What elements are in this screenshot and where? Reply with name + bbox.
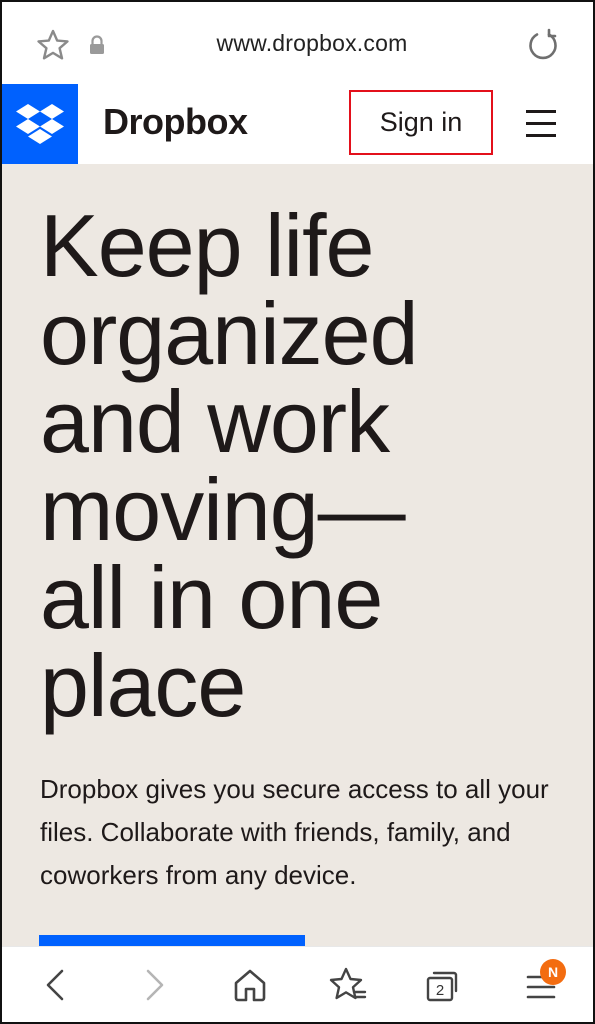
tabs-button[interactable]: 2 <box>422 965 462 1005</box>
star-icon[interactable] <box>36 29 70 61</box>
hero-headline: Keep life organized and work moving— all… <box>40 202 580 730</box>
bottom-navigation: 2 N <box>2 946 593 1022</box>
url-field[interactable]: www.dropbox.com <box>152 30 472 57</box>
home-icon[interactable] <box>230 965 270 1005</box>
dropbox-logo-icon <box>16 104 64 144</box>
hero-subtext: Dropbox gives you secure access to all y… <box>40 774 549 890</box>
sign-in-button[interactable]: Sign in <box>349 90 493 155</box>
headline-line: all in one <box>40 548 383 647</box>
back-icon[interactable] <box>36 965 76 1005</box>
tabs-icon: 2 <box>426 971 458 1002</box>
headline-line: and work <box>40 372 390 471</box>
reload-icon[interactable] <box>526 28 560 62</box>
cta-button[interactable] <box>39 935 305 946</box>
address-bar: www.dropbox.com <box>2 2 593 85</box>
tab-count: 2 <box>436 982 444 999</box>
lock-icon <box>90 35 104 54</box>
hamburger-menu-button[interactable] <box>526 108 560 140</box>
notification-badge: N <box>540 959 566 985</box>
headline-line: place <box>40 636 246 735</box>
site-header: Dropbox Sign in <box>2 84 593 164</box>
headline-line: Keep life <box>40 196 374 295</box>
hero-section: Keep life organized and work moving— all… <box>2 164 593 946</box>
brand-name[interactable]: Dropbox <box>103 101 248 143</box>
headline-line: moving— <box>40 460 406 559</box>
dropbox-logo[interactable] <box>2 84 78 164</box>
forward-icon[interactable] <box>134 965 174 1005</box>
bookmarks-icon[interactable] <box>328 965 368 1005</box>
headline-line: organized <box>40 284 419 383</box>
browser-window: www.dropbox.com Dropbox Sign in Keep lif… <box>0 0 595 1024</box>
